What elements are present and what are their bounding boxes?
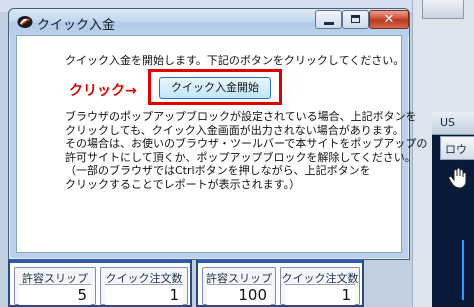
instruction-line: クリックしても、クイック入金画面が出力されない場合があります。	[65, 123, 404, 137]
popup-instructions: ブラウザのポップアップブロックが設定されている場合、上記ボタンを クリックしても…	[65, 110, 427, 191]
slippage-value: 5	[77, 286, 87, 304]
app-logo-icon	[17, 16, 33, 28]
slippage-field-left[interactable]: 許容スリップ 5	[14, 267, 96, 305]
maximize-button[interactable]	[342, 10, 369, 29]
background-toolbar-button[interactable]	[422, 0, 464, 19]
click-arrow-label: クリック→	[69, 83, 137, 99]
quick-qty-value: 1	[169, 286, 179, 304]
chart-tab-label: US	[440, 116, 456, 129]
minimize-button[interactable]	[315, 10, 342, 29]
instruction-line: ブラウザのポップアップブロックが設定されている場合、上記ボタンを	[65, 110, 417, 123]
chart-subtab[interactable]: ロウ	[440, 136, 474, 160]
dialog-titlebar[interactable]: クイック入金 ✕	[9, 9, 409, 35]
slippage-value: 100	[238, 286, 267, 304]
minimize-icon	[324, 22, 334, 25]
instruction-line: 許可サイトにして頂くか、ポップアップブロックを解除してください。	[65, 150, 416, 164]
order-panels: 許容スリップ 5 クイック注文数 1 許容スリップ 100 クイック注文数 1	[0, 257, 474, 307]
quick-deposit-dialog: クイック入金 ✕ クイック入金を開始します。下記のボタンをクリックしてください。…	[8, 8, 427, 260]
order-panel-right: 許容スリップ 100 クイック注文数 1	[196, 257, 364, 307]
quick-qty-field-right[interactable]: クイック注文数 1	[280, 267, 360, 305]
hand-cursor-icon[interactable]	[446, 166, 470, 190]
intro-text: クイック入金を開始します。下記のボタンをクリックしてください。	[65, 54, 405, 67]
dialog-title: クイック入金	[37, 18, 116, 33]
background-chart-titlebar: US	[432, 112, 474, 135]
maximize-icon	[351, 15, 360, 23]
instruction-line: （一部のブラウザではCtrlボタンを押しながら、上記ボタンを	[65, 164, 371, 177]
instruction-line: その場合は、お使いのブラウザ・ツールバーで本サイトをポップアップの	[65, 137, 428, 150]
close-icon: ✕	[383, 12, 395, 27]
quick-deposit-start-button[interactable]: クイック入金開始	[159, 77, 271, 99]
order-panel-left: 許容スリップ 5 クイック注文数 1	[8, 257, 192, 307]
quick-qty-value: 1	[341, 286, 351, 304]
slippage-field-right[interactable]: 許容スリップ 100	[202, 267, 276, 305]
quick-deposit-start-label: クイック入金開始	[171, 81, 259, 94]
instruction-line: クリックすることでレポートが表示されます。）	[65, 177, 301, 191]
close-button[interactable]: ✕	[369, 10, 409, 29]
quick-qty-field-left[interactable]: クイック注文数 1	[100, 267, 188, 305]
dialog-content: クイック入金を開始します。下記のボタンをクリックしてください。 クリック→ クイ…	[16, 35, 427, 253]
chart-subtab-label: ロウ	[445, 143, 467, 156]
